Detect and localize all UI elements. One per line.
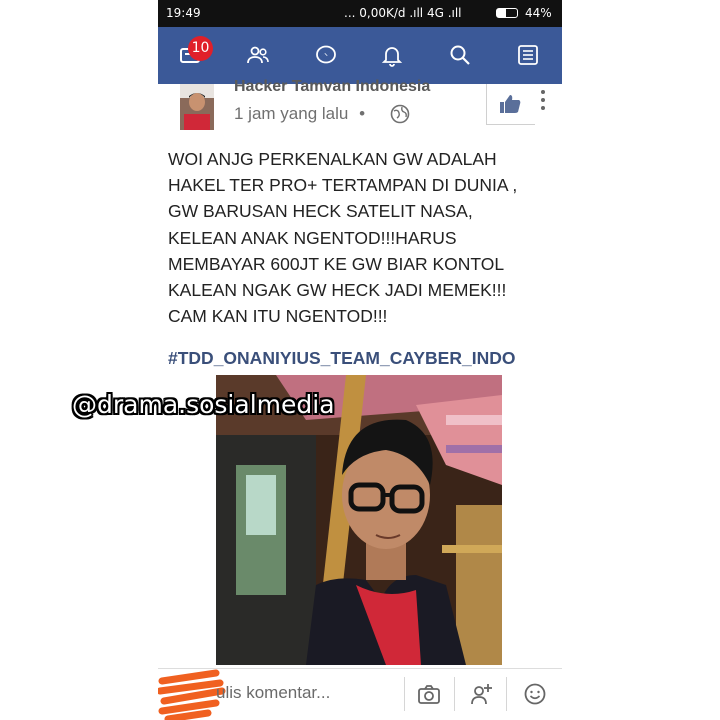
thumbs-up-icon xyxy=(500,95,521,113)
post-text-line: GW BARUSAN HECK SATELIT NASA, xyxy=(168,201,473,222)
post-timestamp[interactable]: 1 jam yang lalu • xyxy=(234,104,365,124)
divider xyxy=(404,677,405,711)
post-text-line: KALEAN NGAK GW HECK JADI MEMEK!!! xyxy=(168,280,507,301)
time-ago: 1 jam yang lalu xyxy=(234,104,349,123)
battery-icon xyxy=(496,8,518,18)
network-status: ... 0,00K/d .ıll 4G .ıll xyxy=(344,6,462,20)
post-text-line: CAM KAN ITU NGENTOD!!! xyxy=(168,306,388,327)
top-navbar: 10 xyxy=(158,27,562,84)
post-text-line: KELEAN ANAK NGENTOD!!!HARUS xyxy=(168,227,457,248)
messenger-icon[interactable] xyxy=(314,43,338,67)
post-text-line: WOI ANJG PERKENALKAN GW ADALAH xyxy=(168,149,497,169)
add-person-icon[interactable] xyxy=(468,681,494,707)
globe-icon xyxy=(390,104,410,124)
author-name[interactable]: Hacker Tamvan Indonesia xyxy=(234,78,430,96)
post-text-line: MEMBAYAR 600JT KE GW BIAR KONTOL xyxy=(168,253,505,274)
notification-badge: 10 xyxy=(188,36,213,61)
time-separator: • xyxy=(359,104,366,123)
author-avatar[interactable] xyxy=(180,84,214,130)
battery-percent: 44% xyxy=(525,6,552,20)
notifications-bell-icon[interactable] xyxy=(380,43,404,67)
watermark: @drama.sosialmedia xyxy=(72,390,335,419)
more-options-icon[interactable] xyxy=(538,88,548,114)
status-bar: 19:49 ... 0,00K/d .ıll 4G .ıll 44% xyxy=(158,0,562,27)
divider xyxy=(454,677,455,711)
menu-icon[interactable] xyxy=(516,43,540,67)
friends-icon[interactable] xyxy=(246,43,270,67)
emoji-icon[interactable] xyxy=(522,681,548,707)
comment-bar: ulis komentar... xyxy=(158,668,562,720)
post-hashtag[interactable]: #TDD_ONANIYIUS_TEAM_CAYBER_INDO xyxy=(168,348,515,369)
comment-input[interactable]: ulis komentar... xyxy=(216,683,330,703)
like-button[interactable] xyxy=(486,84,535,125)
post-text: WOI ANJG PERKENALKAN GW ADALAH HAKEL TER… xyxy=(168,146,553,329)
phone-screen: 19:49 ... 0,00K/d .ıll 4G .ıll 44% 10 Ha… xyxy=(158,0,562,720)
divider xyxy=(506,677,507,711)
post-text-line: HAKEL TER PRO+ TERTAMPAN DI DUNIA , xyxy=(168,175,518,196)
search-icon[interactable] xyxy=(448,43,472,67)
camera-icon[interactable] xyxy=(416,681,442,707)
post-header: Hacker Tamvan Indonesia 1 jam yang lalu … xyxy=(158,78,562,134)
status-time: 19:49 xyxy=(166,6,201,20)
